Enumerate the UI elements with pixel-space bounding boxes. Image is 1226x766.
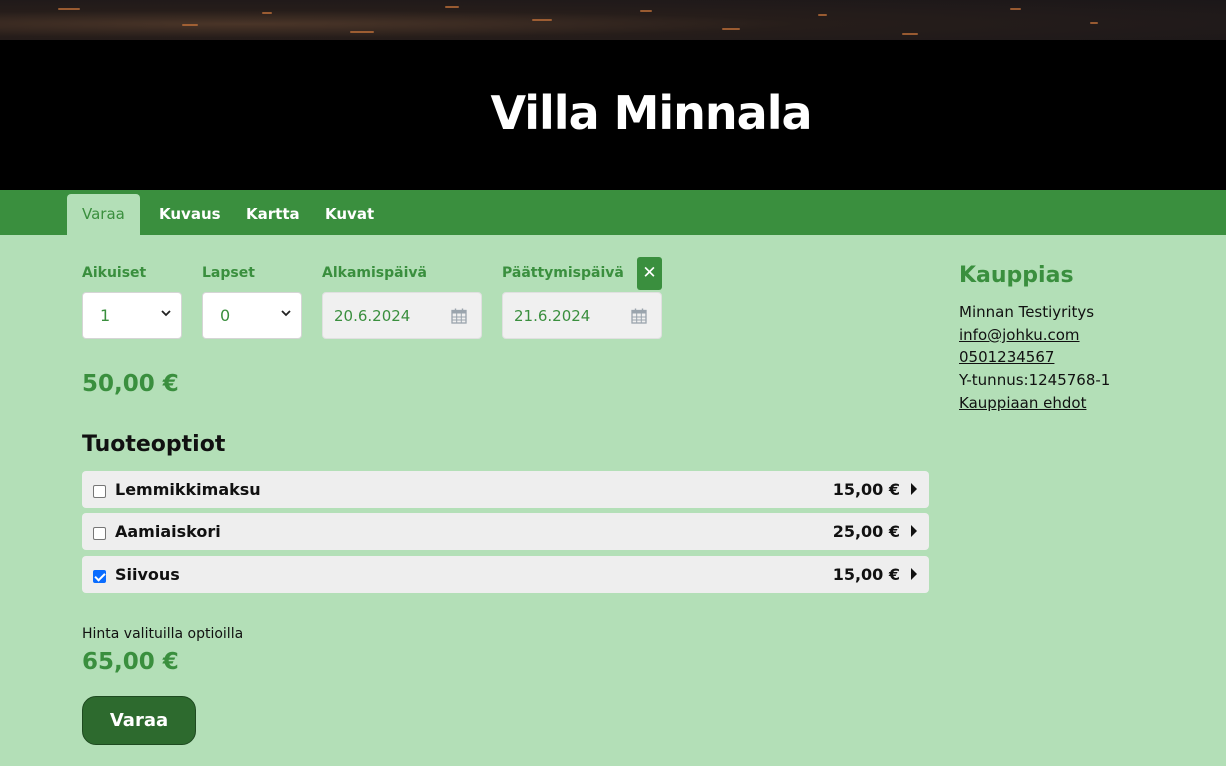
option-checkbox[interactable] (93, 570, 106, 583)
tab-varaa[interactable]: Varaa (67, 194, 140, 235)
tab-kartta[interactable]: Kartta (246, 194, 300, 235)
option-checkbox[interactable] (93, 527, 106, 540)
chevron-down-icon (281, 307, 291, 322)
start-date-label: Alkamispäivä (322, 265, 427, 281)
merchant-email-link[interactable]: info@johku.com (959, 326, 1080, 344)
calendar-icon (631, 308, 647, 324)
end-date-label: Päättymispäivä (502, 265, 624, 281)
option-name: Lemmikkimaksu (115, 480, 261, 499)
merchant-phone-link[interactable]: 0501234567 (959, 348, 1054, 366)
adults-value: 1 (100, 306, 111, 325)
start-date-value: 20.6.2024 (334, 307, 411, 325)
option-price: 25,00 € (832, 522, 900, 541)
merchant-terms-link[interactable]: Kauppiaan ehdot (959, 394, 1086, 412)
merchant-title: Kauppias (959, 263, 1074, 288)
clear-dates-button[interactable]: ✕ (637, 257, 662, 290)
merchant-business-id: Y-tunnus:1245768-1 (959, 371, 1111, 389)
page-title: Villa Minnala (490, 86, 812, 140)
calendar-icon (451, 308, 467, 324)
caret-right-icon[interactable] (911, 483, 917, 495)
book-button[interactable]: Varaa (82, 696, 196, 745)
tab-kuvaus[interactable]: Kuvaus (159, 194, 221, 235)
option-name: Siivous (115, 565, 180, 584)
merchant-name: Minnan Testiyritys (959, 303, 1095, 321)
children-value: 0 (220, 306, 231, 325)
caret-right-icon[interactable] (911, 568, 917, 580)
total-label: Hinta valituilla optioilla (82, 626, 244, 642)
base-price: 50,00 € (82, 371, 179, 397)
option-price: 15,00 € (832, 480, 900, 499)
option-name: Aamiaiskori (115, 522, 221, 541)
option-row[interactable]: Aamiaiskori 25,00 € (82, 513, 929, 550)
adults-select[interactable]: 1 (82, 292, 182, 339)
header-image (0, 0, 1226, 40)
children-label: Lapset (202, 265, 255, 281)
end-date-input[interactable]: 21.6.2024 (502, 292, 662, 339)
option-row[interactable]: Lemmikkimaksu 15,00 € (82, 471, 929, 508)
tab-bar: Varaa Kuvaus Kartta Kuvat (0, 190, 1226, 235)
children-select[interactable]: 0 (202, 292, 302, 339)
chevron-down-icon (161, 307, 171, 322)
start-date-input[interactable]: 20.6.2024 (322, 292, 482, 339)
option-row[interactable]: Siivous 15,00 € (82, 556, 929, 593)
option-checkbox[interactable] (93, 485, 106, 498)
options-title: Tuoteoptiot (82, 432, 226, 457)
end-date-value: 21.6.2024 (514, 307, 591, 325)
caret-right-icon[interactable] (911, 525, 917, 537)
tab-kuvat[interactable]: Kuvat (325, 194, 374, 235)
option-price: 15,00 € (832, 565, 900, 584)
adults-label: Aikuiset (82, 265, 147, 281)
total-price: 65,00 € (82, 649, 179, 675)
